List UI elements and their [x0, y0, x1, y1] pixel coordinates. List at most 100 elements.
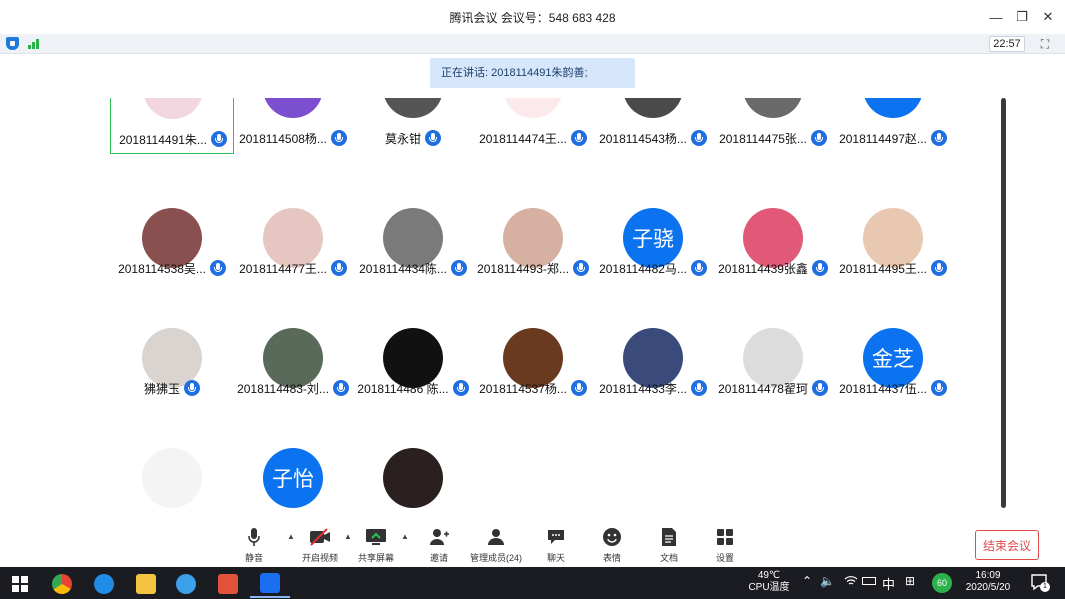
video-options-caret[interactable]: ▲ — [344, 532, 352, 541]
invite-button[interactable]: 邀请 — [428, 526, 450, 566]
participant-tile[interactable]: 2018114474王... — [471, 98, 595, 154]
video-button[interactable]: 开启视频 — [302, 526, 338, 566]
microphone-status-icon[interactable] — [570, 130, 587, 146]
participant-tile[interactable]: 2018114478翟珂 — [711, 328, 835, 404]
volume-icon[interactable]: 🔈 — [820, 574, 835, 588]
participant-tile[interactable]: 2018114477王... — [231, 208, 355, 284]
mute-button[interactable]: 静音 — [243, 526, 265, 566]
participant-tile[interactable]: 2018114439张鑫 — [711, 208, 835, 284]
battery-icon[interactable] — [862, 577, 876, 585]
participant-tile[interactable]: 莫永钳 — [351, 98, 475, 154]
participant-avatar — [623, 98, 683, 118]
microphone-status-icon[interactable] — [330, 130, 347, 146]
notification-center[interactable]: 1 — [1030, 573, 1050, 593]
microphone-status-icon[interactable] — [450, 260, 467, 276]
participant-tile[interactable]: 2018114538吴... — [110, 208, 234, 284]
restore-button[interactable]: ❐ — [1011, 6, 1033, 28]
participant-tile[interactable]: 2018114543杨... — [591, 98, 715, 154]
microphone-status-icon[interactable] — [210, 131, 227, 147]
participant-tile[interactable]: 子骁 2018114482马... — [591, 208, 715, 284]
system-clock[interactable]: 16:09 2020/5/20 — [960, 570, 1016, 594]
chat-button[interactable]: 聊天 — [545, 526, 567, 566]
participant-name: 2018114478翟珂 — [718, 381, 808, 396]
microphone-status-icon[interactable] — [690, 130, 707, 146]
participant-tile[interactable]: 2018114537杨... — [471, 328, 595, 404]
participant-name-row: 2018114482马... — [591, 259, 715, 277]
participant-name-row: 2018114537杨... — [471, 379, 595, 397]
microphone-status-icon[interactable] — [810, 130, 827, 146]
participant-tile[interactable]: 2018114486 陈... — [351, 328, 475, 404]
tencent-meeting-icon — [260, 573, 280, 593]
network-signal-icon[interactable] — [28, 38, 39, 49]
participant-avatar — [143, 98, 203, 119]
taskbar-edge[interactable] — [84, 570, 124, 598]
speaking-banner: 正在讲话: 2018114491朱韵善; — [430, 58, 635, 88]
window-title: 腾讯会议 会议号：548 683 428 — [449, 11, 616, 25]
microphone-status-icon[interactable] — [330, 260, 347, 276]
ime-indicator[interactable]: 中 — [882, 574, 895, 593]
microphone-status-icon[interactable] — [209, 260, 226, 276]
emoji-button[interactable]: 表情 — [601, 526, 623, 566]
settings-grid-icon — [714, 526, 736, 548]
wifi-icon[interactable] — [844, 574, 858, 586]
grid-scrollbar[interactable] — [1001, 98, 1006, 508]
participant-tile[interactable]: 金芝 2018114437伍... — [831, 328, 955, 404]
participant-tile[interactable]: 子怡 — [231, 448, 355, 518]
participant-tile[interactable]: 2018114433李... — [591, 328, 715, 404]
participant-name-row: 2018114439张鑫 — [711, 259, 835, 277]
participant-tile[interactable]: 2018114495王... — [831, 208, 955, 284]
participant-avatar — [383, 448, 443, 508]
chrome-icon — [52, 574, 72, 594]
microphone-status-icon[interactable] — [452, 380, 469, 396]
microphone-status-icon[interactable] — [690, 380, 707, 396]
participant-name: 2018114474王... — [479, 131, 567, 146]
taskbar-tencent-meeting[interactable] — [250, 570, 290, 598]
tray-arrow-icon[interactable]: ⌃ — [802, 574, 812, 588]
share-options-caret[interactable]: ▲ — [401, 532, 409, 541]
participant-tile[interactable]: 2018114508杨... — [231, 98, 355, 154]
participant-name: 2018114497赵... — [839, 131, 927, 146]
mute-options-caret[interactable]: ▲ — [287, 532, 295, 541]
microphone-status-icon[interactable] — [690, 260, 707, 276]
taskbar-chrome[interactable] — [42, 570, 82, 598]
participant-tile[interactable]: 2018114491朱... — [110, 98, 234, 154]
participant-tile[interactable]: 狒狒玉 — [110, 328, 234, 404]
participant-tile[interactable] — [110, 448, 234, 518]
microphone-status-icon[interactable] — [332, 380, 349, 396]
microphone-status-icon[interactable] — [811, 260, 828, 276]
participant-tile[interactable]: 2018114493-郑... — [471, 208, 595, 284]
settings-button[interactable]: 设置 — [714, 526, 736, 566]
microphone-status-icon[interactable] — [184, 380, 200, 396]
taskbar-browser[interactable] — [166, 570, 206, 598]
participant-name: 2018114538吴... — [118, 261, 206, 276]
taskbar-office[interactable] — [208, 570, 248, 598]
start-button[interactable] — [0, 570, 40, 598]
microphone-status-icon[interactable] — [425, 130, 441, 146]
close-button[interactable]: ✕ — [1037, 6, 1059, 28]
participant-tile[interactable]: 2018114483-刘... — [231, 328, 355, 404]
documents-button[interactable]: 文档 — [658, 526, 680, 566]
participant-tile[interactable]: 2018114475张... — [711, 98, 835, 154]
fullscreen-icon[interactable]: ⛶ — [1037, 36, 1053, 52]
chat-label: 聊天 — [546, 553, 565, 563]
document-icon — [658, 526, 680, 548]
microphone-status-icon[interactable] — [572, 260, 589, 276]
microphone-status-icon[interactable] — [930, 380, 947, 396]
taskbar-explorer[interactable] — [126, 570, 166, 598]
manage-members-button[interactable]: 管理成员(24) — [470, 526, 522, 566]
microphone-status-icon[interactable] — [930, 260, 947, 276]
microphone-status-icon[interactable] — [570, 380, 587, 396]
ime-mode-icon[interactable]: ⊞ — [905, 574, 915, 588]
participant-name-row: 2018114475张... — [711, 129, 835, 147]
share-screen-button[interactable]: 共享屏幕 — [358, 526, 394, 566]
participant-tile[interactable]: 2018114434陈... — [351, 208, 475, 284]
participant-tile[interactable]: 亚文 2018114497赵... — [831, 98, 955, 154]
camera-off-icon — [309, 526, 331, 548]
minimize-button[interactable]: — — [985, 6, 1007, 28]
microphone-status-icon[interactable] — [811, 380, 828, 396]
security-badge[interactable]: 60 — [932, 573, 952, 593]
security-shield-icon[interactable] — [6, 37, 19, 50]
microphone-status-icon[interactable] — [930, 130, 947, 146]
participant-tile[interactable] — [351, 448, 475, 518]
end-meeting-button[interactable]: 结束会议 — [975, 530, 1039, 560]
